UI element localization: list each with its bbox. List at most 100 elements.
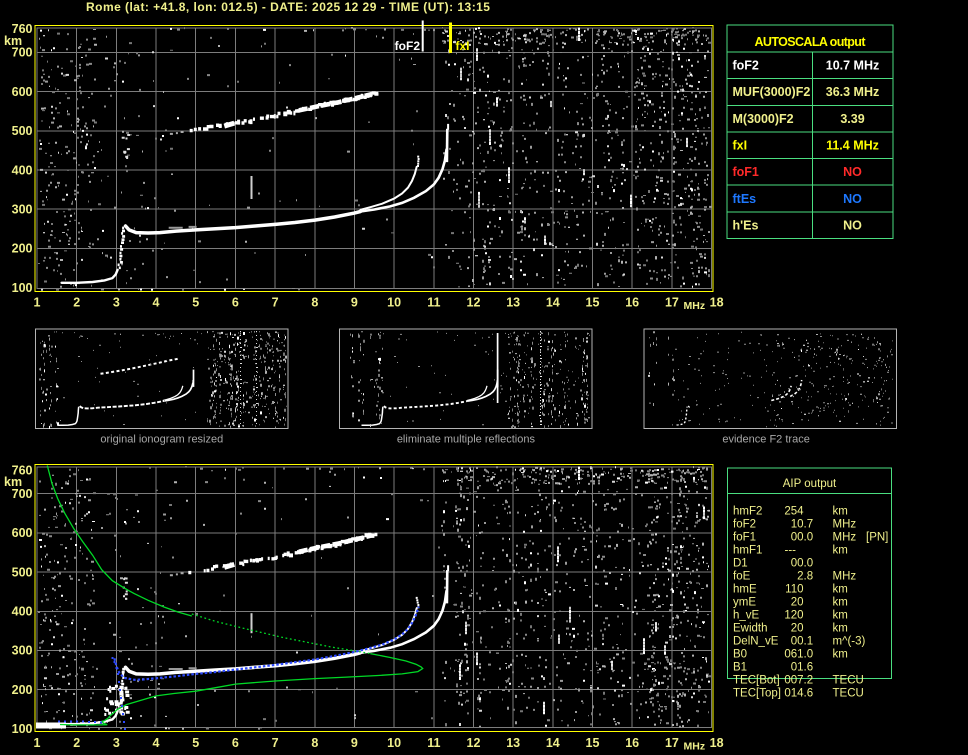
svg-text:.1: .1 [804, 636, 814, 648]
svg-text:600: 600 [12, 526, 33, 540]
svg-text:300: 300 [12, 644, 33, 658]
svg-text:.0: .0 [804, 532, 814, 544]
svg-text:foF2: foF2 [733, 59, 759, 73]
svg-text:foE: foE [733, 571, 751, 583]
svg-text:MHz: MHz [833, 519, 857, 531]
svg-text:TEC[Bot]: TEC[Bot] [733, 675, 780, 687]
svg-text:hmF2: hmF2 [733, 506, 762, 518]
svg-text:00: 00 [791, 636, 804, 648]
svg-text:17: 17 [665, 736, 679, 750]
svg-text:100: 100 [12, 722, 33, 736]
svg-text:km: km [833, 545, 848, 557]
svg-text:8: 8 [311, 296, 318, 310]
svg-text:AIP output: AIP output [783, 478, 837, 490]
svg-text:foF2: foF2 [395, 39, 421, 53]
svg-text:20: 20 [791, 597, 804, 609]
svg-text:hmE: hmE [733, 584, 757, 596]
svg-text:12: 12 [467, 296, 481, 310]
svg-text:TEC[Top]: TEC[Top] [733, 688, 781, 700]
svg-text:12: 12 [467, 736, 481, 750]
svg-text:5: 5 [192, 736, 199, 750]
svg-text:ymE: ymE [733, 597, 756, 609]
svg-text:km: km [833, 610, 848, 622]
svg-text:1: 1 [34, 736, 41, 750]
svg-text:300: 300 [12, 202, 33, 216]
svg-text:5: 5 [192, 296, 199, 310]
svg-text:10.7 MHz: 10.7 MHz [826, 59, 880, 73]
svg-text:MHz: MHz [833, 571, 857, 583]
svg-text:fxI: fxI [456, 39, 470, 53]
svg-text:600: 600 [12, 85, 33, 99]
svg-text:11: 11 [427, 296, 440, 310]
svg-text:11: 11 [427, 736, 440, 750]
svg-text:foF1: foF1 [733, 532, 756, 544]
svg-text:014: 014 [784, 688, 804, 700]
svg-text:B1: B1 [733, 662, 747, 674]
svg-text:18: 18 [710, 296, 724, 310]
svg-text:.0: .0 [804, 558, 814, 570]
svg-text:.2: .2 [804, 675, 814, 687]
svg-text:120: 120 [784, 610, 803, 622]
svg-text:[PN]: [PN] [866, 532, 888, 544]
svg-text:h_vE: h_vE [733, 610, 760, 622]
svg-text:00: 00 [791, 532, 804, 544]
svg-text:3: 3 [113, 296, 120, 310]
svg-text:2: 2 [73, 736, 80, 750]
svg-text:.0: .0 [804, 649, 814, 661]
svg-text:MUF(3000)F2: MUF(3000)F2 [733, 85, 811, 99]
svg-text:AUTOSCALA output: AUTOSCALA output [755, 35, 867, 49]
svg-text:B0: B0 [733, 649, 747, 661]
svg-text:00: 00 [791, 558, 804, 570]
svg-text:36.3 MHz: 36.3 MHz [826, 85, 880, 99]
svg-text:15: 15 [586, 736, 600, 750]
svg-text:11.4 MHz: 11.4 MHz [826, 139, 879, 153]
svg-text:TECU: TECU [833, 688, 864, 700]
svg-text:1: 1 [34, 296, 41, 310]
svg-text:km: km [833, 584, 848, 596]
svg-text:10: 10 [791, 519, 804, 531]
svg-text:8: 8 [311, 736, 318, 750]
svg-text:Rome (lat: +41.8, lon: 012.5): Rome (lat: +41.8, lon: 012.5) - DATE: 20… [86, 0, 490, 14]
svg-text:3.39: 3.39 [840, 112, 864, 126]
svg-text:km: km [833, 623, 848, 635]
svg-text:.7: .7 [804, 519, 814, 531]
svg-text:3: 3 [113, 736, 120, 750]
svg-text:h'Es: h'Es [733, 218, 759, 232]
svg-text:6: 6 [232, 296, 239, 310]
svg-text:ftEs: ftEs [733, 192, 757, 206]
svg-text:.8: .8 [804, 571, 814, 583]
svg-text:km: km [833, 597, 848, 609]
svg-text:M(3000)F2: M(3000)F2 [733, 112, 794, 126]
svg-text:15: 15 [586, 296, 600, 310]
svg-text:7: 7 [272, 736, 279, 750]
svg-text:6: 6 [232, 736, 239, 750]
svg-text:.6: .6 [804, 662, 814, 674]
svg-text:Ewidth: Ewidth [733, 623, 768, 635]
svg-text:17: 17 [665, 296, 679, 310]
svg-text:500: 500 [12, 124, 33, 138]
svg-text:200: 200 [12, 242, 33, 256]
svg-text:14: 14 [546, 296, 560, 310]
svg-text:14: 14 [546, 736, 560, 750]
svg-text:500: 500 [12, 565, 33, 579]
svg-text:16: 16 [625, 736, 639, 750]
svg-text:---: --- [785, 545, 797, 557]
svg-text:NO: NO [843, 192, 862, 206]
svg-text:MHz: MHz [684, 300, 706, 312]
svg-text:original ionogram resized: original ionogram resized [100, 434, 223, 446]
svg-text:7: 7 [272, 296, 279, 310]
svg-text:400: 400 [12, 163, 33, 177]
svg-text:MHz: MHz [833, 532, 857, 544]
svg-text:18: 18 [710, 736, 724, 750]
svg-text:m^(-3): m^(-3) [833, 636, 866, 648]
svg-text:foF2: foF2 [733, 519, 756, 531]
svg-text:13: 13 [506, 296, 520, 310]
svg-text:evidence F2 trace: evidence F2 trace [722, 434, 809, 446]
svg-text:fxI: fxI [733, 139, 748, 153]
svg-text:10: 10 [387, 296, 401, 310]
svg-text:400: 400 [12, 605, 33, 619]
svg-text:100: 100 [12, 281, 33, 295]
svg-text:9: 9 [351, 736, 358, 750]
svg-text:MHz: MHz [684, 741, 706, 753]
svg-text:foF1: foF1 [733, 165, 759, 179]
